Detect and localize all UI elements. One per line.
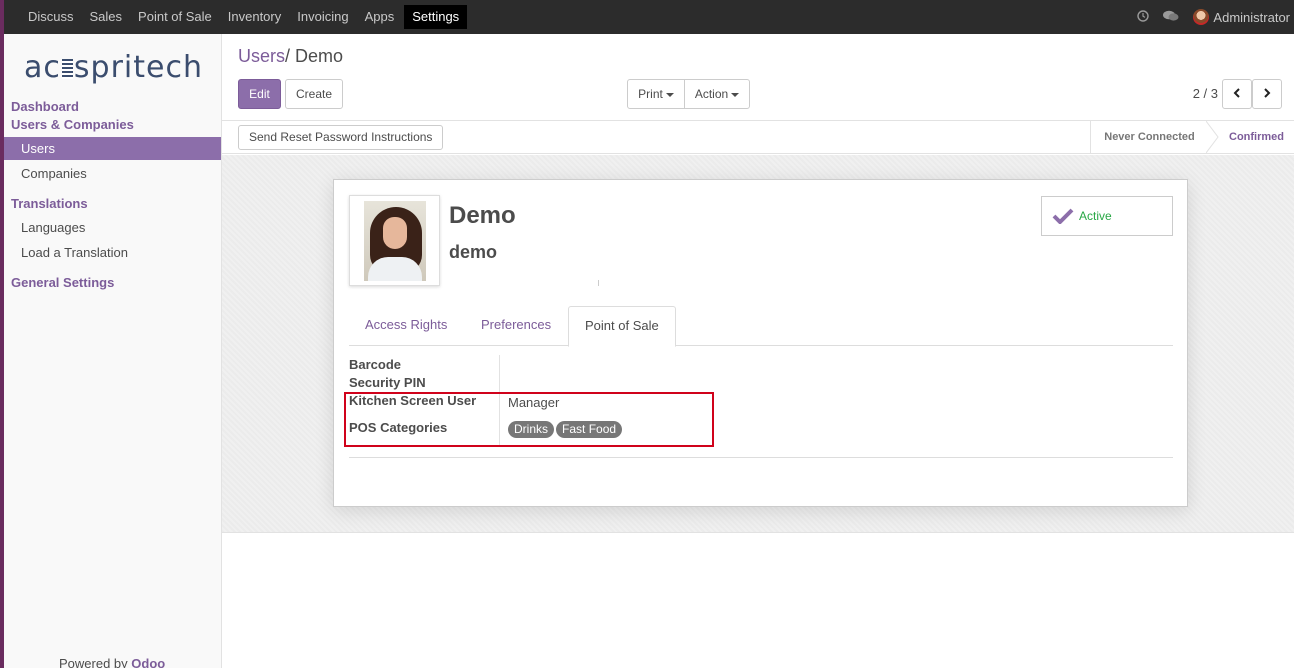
- menu-point-of-sale[interactable]: Point of Sale: [130, 0, 220, 34]
- odoo-link[interactable]: Odoo: [131, 656, 165, 668]
- breadcrumb: Users/ Demo: [238, 46, 343, 67]
- chevron-right-icon: [1264, 88, 1271, 98]
- powered-by: Powered by Odoo: [59, 656, 165, 668]
- highlight-box: [344, 392, 714, 447]
- print-dropdown[interactable]: Print: [627, 79, 685, 109]
- action-label: Action: [694, 87, 729, 101]
- sidebar-item-load-translation[interactable]: Load a Translation: [4, 241, 221, 264]
- avatar: [1193, 9, 1210, 25]
- app-menu: Discuss Sales Point of Sale Inventory In…: [4, 0, 468, 34]
- breadcrumb-separator: /: [285, 46, 291, 66]
- caret-down-icon: [665, 92, 674, 97]
- edit-button[interactable]: Edit: [238, 79, 281, 109]
- control-panel: Users/ Demo Edit Create Print Action 2 /…: [222, 34, 1294, 120]
- company-logo: ac spritech: [24, 50, 203, 85]
- menu-inventory[interactable]: Inventory: [220, 0, 289, 34]
- tab-point-of-sale[interactable]: Point of Sale: [568, 306, 676, 347]
- menu-sales[interactable]: Sales: [82, 0, 131, 34]
- systray: Administrator: [1137, 0, 1290, 34]
- sidebar-item-users[interactable]: Users: [4, 137, 221, 160]
- breadcrumb-users[interactable]: Users: [238, 46, 285, 66]
- sidebar-section-dashboard[interactable]: Dashboard: [11, 99, 79, 114]
- menu-apps[interactable]: Apps: [357, 0, 403, 34]
- active-toggle-button[interactable]: Active: [1041, 196, 1173, 236]
- action-dropdown[interactable]: Action: [684, 79, 750, 109]
- pager-value[interactable]: 2 / 3: [1193, 86, 1218, 101]
- send-reset-password-button[interactable]: Send Reset Password Instructions: [238, 125, 444, 150]
- user-photo-image: [364, 201, 426, 281]
- menu-discuss[interactable]: Discuss: [4, 0, 82, 34]
- divider: [598, 280, 599, 286]
- chat-icon[interactable]: [1163, 10, 1179, 25]
- user-name: Administrator: [1213, 9, 1290, 25]
- menu-invoicing[interactable]: Invoicing: [289, 0, 356, 34]
- sidebar-section-general-settings[interactable]: General Settings: [11, 275, 114, 290]
- caret-down-icon: [731, 92, 740, 97]
- top-navbar: Discuss Sales Point of Sale Inventory In…: [0, 0, 1294, 34]
- sidebar-item-companies[interactable]: Companies: [4, 162, 221, 185]
- create-button[interactable]: Create: [285, 79, 343, 109]
- tab-access-rights[interactable]: Access Rights: [349, 306, 463, 346]
- user-login-field: demo: [449, 242, 498, 262]
- print-label: Print: [638, 87, 663, 101]
- breadcrumb-current: Demo: [295, 46, 344, 66]
- chevron-left-icon: [1233, 88, 1240, 98]
- stage-never-connected: Never Connected: [1090, 121, 1208, 153]
- tab-preferences[interactable]: Preferences: [465, 306, 567, 346]
- clock-icon[interactable]: [1137, 9, 1150, 25]
- security-pin-label: Security PIN: [349, 375, 426, 390]
- form-sheet: Demo demo Active Access Rights Preferenc…: [333, 179, 1188, 507]
- user-name-field: Demo: [449, 202, 516, 229]
- pager-previous-button[interactable]: [1222, 79, 1252, 109]
- sidebar-item-languages[interactable]: Languages: [4, 216, 221, 239]
- notebook-tabs: Access Rights Preferences Point of Sale: [349, 306, 1173, 347]
- check-icon: [1052, 208, 1074, 224]
- powered-by-text: Powered by: [59, 656, 128, 668]
- sidebar-section-users-companies[interactable]: Users & Companies: [11, 117, 134, 132]
- divider: [349, 457, 1173, 458]
- menu-settings[interactable]: Settings: [404, 5, 468, 29]
- user-menu[interactable]: Administrator: [1193, 9, 1290, 25]
- sidebar-section-translations[interactable]: Translations: [11, 196, 88, 211]
- user-photo[interactable]: [349, 195, 440, 286]
- form-statusbar: Send Reset Password Instructions Never C…: [222, 120, 1294, 154]
- barcode-label: Barcode: [349, 357, 402, 372]
- stage-confirmed: Confirmed: [1229, 131, 1284, 143]
- form-content: Demo demo Active Access Rights Preferenc…: [222, 155, 1294, 533]
- pager-next-button[interactable]: [1252, 79, 1282, 109]
- active-label: Active: [1079, 209, 1112, 223]
- sidebar: ac spritech Dashboard Users & Companies U…: [4, 34, 222, 668]
